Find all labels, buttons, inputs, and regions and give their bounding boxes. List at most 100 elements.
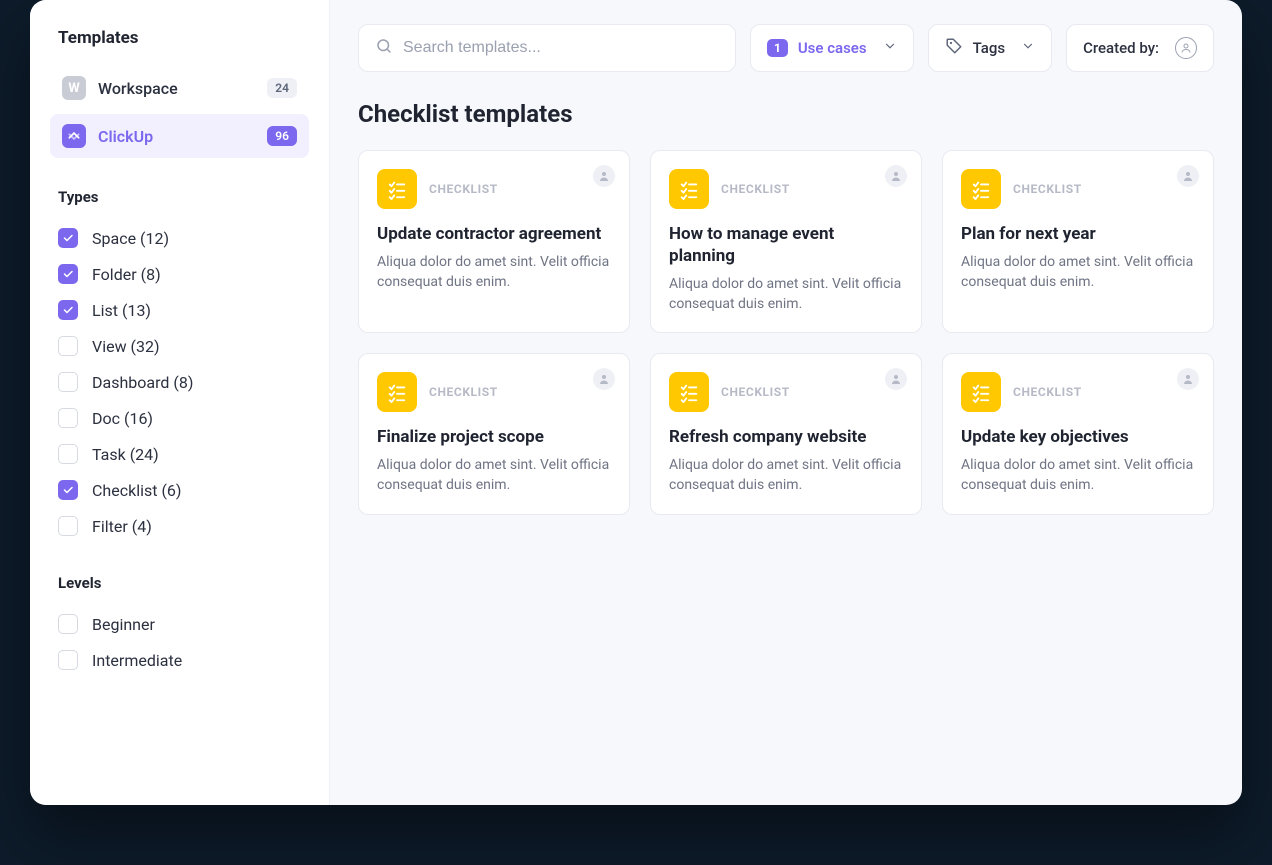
type-row[interactable]: Dashboard (8) (50, 364, 309, 400)
card-type-label: CHECKLIST (721, 182, 790, 196)
template-card[interactable]: CHECKLISTHow to manage event planningAli… (650, 150, 922, 333)
card-owner-avatar (885, 165, 907, 187)
checklist-icon (961, 169, 1001, 209)
type-row[interactable]: Folder (8) (50, 256, 309, 292)
app-window: Templates W Workspace 24 ClickUp 96 Type… (30, 0, 1242, 805)
template-card[interactable]: CHECKLIST Update contractor agreement Aliq… (358, 150, 630, 333)
card-description: Aliqua dolor do amet sint. Velit officia… (377, 456, 611, 495)
card-description: Aliqua dolor do amet sint. Velit officia… (669, 456, 903, 495)
type-row[interactable]: Space (12) (50, 220, 309, 256)
card-header: CHECKLIST (669, 372, 903, 412)
source-label: ClickUp (98, 127, 267, 146)
type-row[interactable]: Checklist (6) (50, 472, 309, 508)
type-label: Space (12) (92, 229, 169, 248)
card-header: CHECKLIST (961, 169, 1195, 209)
filter-usecases[interactable]: 1 Use cases (750, 24, 914, 72)
checklist-icon (377, 169, 417, 209)
checkbox[interactable] (58, 228, 78, 248)
chevron-down-icon (883, 39, 897, 57)
filter-created-by[interactable]: Created by: (1066, 24, 1214, 72)
type-label: Checklist (6) (92, 481, 181, 500)
source-clickup[interactable]: ClickUp 96 (50, 114, 309, 158)
type-row[interactable]: Filter (4) (50, 508, 309, 544)
template-card[interactable]: CHECKLIST Refresh company website Aliqua d… (650, 353, 922, 514)
tag-icon (945, 37, 963, 59)
levels-heading: Levels (58, 574, 309, 592)
checklist-icon (377, 372, 417, 412)
checkbox[interactable] (58, 408, 78, 428)
types-heading: Types (58, 188, 309, 206)
card-owner-avatar (885, 368, 907, 390)
level-row[interactable]: Intermediate (50, 642, 309, 678)
filter-tags[interactable]: Tags (928, 24, 1052, 72)
checkbox[interactable] (58, 264, 78, 284)
level-row[interactable]: Beginner (50, 606, 309, 642)
type-row[interactable]: Doc (16) (50, 400, 309, 436)
workspace-icon: W (62, 76, 86, 100)
card-header: CHECKLIST (669, 169, 903, 209)
sidebar-title: Templates (50, 28, 309, 48)
template-grid: CHECKLIST Update contractor agreement Aliq… (358, 150, 1214, 515)
card-owner-avatar (1177, 165, 1199, 187)
checkbox[interactable] (58, 444, 78, 464)
levels-list: Beginner Intermediate (50, 606, 309, 678)
main-content: 1 Use cases Tags Created by: (330, 0, 1242, 805)
checkbox[interactable] (58, 650, 78, 670)
checkbox[interactable] (58, 372, 78, 392)
checkbox[interactable] (58, 614, 78, 634)
card-owner-avatar (1177, 368, 1199, 390)
search-templates[interactable] (358, 24, 736, 72)
usecases-count-badge: 1 (767, 39, 788, 57)
type-label: Filter (4) (92, 517, 152, 536)
card-title: Plan for next year (961, 223, 1195, 245)
search-icon (375, 37, 393, 59)
card-owner-avatar (593, 165, 615, 187)
createdby-label: Created by: (1083, 39, 1159, 57)
page-title: Checklist templates (358, 100, 1214, 128)
checkbox[interactable] (58, 336, 78, 356)
template-card[interactable]: CHECKLIST Plan for next year Aliqua dolor … (942, 150, 1214, 333)
type-row[interactable]: List (13) (50, 292, 309, 328)
checklist-icon (961, 372, 1001, 412)
level-label: Intermediate (92, 651, 182, 670)
card-header: CHECKLIST (961, 372, 1195, 412)
type-label: View (32) (92, 337, 160, 356)
card-title: Update contractor agreement (377, 223, 611, 245)
type-label: Folder (8) (92, 265, 161, 284)
card-description: Aliqua dolor do amet sint. Velit officia… (669, 275, 903, 314)
filter-bar: 1 Use cases Tags Created by: (358, 24, 1214, 72)
checkbox[interactable] (58, 480, 78, 500)
level-label: Beginner (92, 615, 155, 634)
type-label: Dashboard (8) (92, 373, 193, 392)
checkbox[interactable] (58, 516, 78, 536)
type-label: List (13) (92, 301, 151, 320)
type-row[interactable]: View (32) (50, 328, 309, 364)
source-count: 24 (267, 78, 297, 98)
card-owner-avatar (593, 368, 615, 390)
checkbox[interactable] (58, 300, 78, 320)
card-title: Update key objectives (961, 426, 1195, 448)
search-input[interactable] (403, 39, 719, 57)
card-type-label: CHECKLIST (1013, 385, 1082, 399)
usecases-label: Use cases (798, 39, 867, 57)
card-header: CHECKLIST (377, 372, 611, 412)
card-header: CHECKLIST (377, 169, 611, 209)
card-type-label: CHECKLIST (1013, 182, 1082, 196)
type-label: Doc (16) (92, 409, 153, 428)
source-workspace[interactable]: W Workspace 24 (50, 66, 309, 110)
card-description: Aliqua dolor do amet sint. Velit officia… (377, 253, 611, 292)
person-icon (1175, 37, 1197, 59)
checklist-icon (669, 372, 709, 412)
card-title: Refresh company website (669, 426, 903, 448)
card-description: Aliqua dolor do amet sint. Velit officia… (961, 456, 1195, 495)
template-card[interactable]: CHECKLIST Update key objectives Aliqua dol… (942, 353, 1214, 514)
type-row[interactable]: Task (24) (50, 436, 309, 472)
card-type-label: CHECKLIST (429, 385, 498, 399)
card-type-label: CHECKLIST (721, 385, 790, 399)
clickup-icon (62, 124, 86, 148)
card-type-label: CHECKLIST (429, 182, 498, 196)
chevron-down-icon (1021, 39, 1035, 57)
template-card[interactable]: CHECKLIST Finalize project scope Aliqua do… (358, 353, 630, 514)
card-description: Aliqua dolor do amet sint. Velit officia… (961, 253, 1195, 292)
card-title: Finalize project scope (377, 426, 611, 448)
